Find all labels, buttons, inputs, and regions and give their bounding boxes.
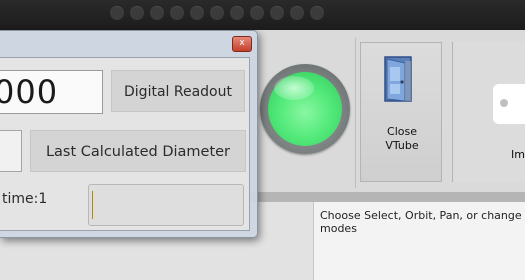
status-light-highlight xyxy=(274,76,314,100)
readout-value: 000 xyxy=(0,73,59,111)
close-vtube-label: Close VTube xyxy=(385,125,419,152)
close-icon[interactable]: x xyxy=(232,36,252,52)
dialog-titlebar[interactable]: x xyxy=(0,31,256,53)
import-label: Imp xyxy=(511,148,525,161)
close-vtube-button[interactable]: Close VTube xyxy=(360,42,442,182)
door-icon xyxy=(384,56,412,102)
status-light-icon xyxy=(260,64,350,154)
last-calculated-diameter-label: Last Calculated Diameter xyxy=(30,130,246,172)
dialog-client-area: 000 Digital Readout Last Calculated Diam… xyxy=(0,57,250,231)
status-message: Choose Select, Orbit, Pan, or change mod… xyxy=(320,209,522,235)
time-label: time:1 xyxy=(2,191,48,207)
import-icon xyxy=(493,84,525,124)
top-bar-pattern xyxy=(110,6,324,20)
time-field[interactable] xyxy=(88,184,244,226)
top-bar xyxy=(0,0,525,30)
digital-readout-display: 000 xyxy=(0,70,103,114)
status-panel: Choose Select, Orbit, Pan, or change mod… xyxy=(313,202,525,280)
digital-readout-label: Digital Readout xyxy=(111,70,245,112)
diameter-value-box xyxy=(0,130,22,172)
import-button[interactable]: Imp xyxy=(452,42,525,182)
ribbon-separator xyxy=(355,38,356,188)
readout-dialog[interactable]: x 000 Digital Readout Last Calculated Di… xyxy=(0,30,258,238)
